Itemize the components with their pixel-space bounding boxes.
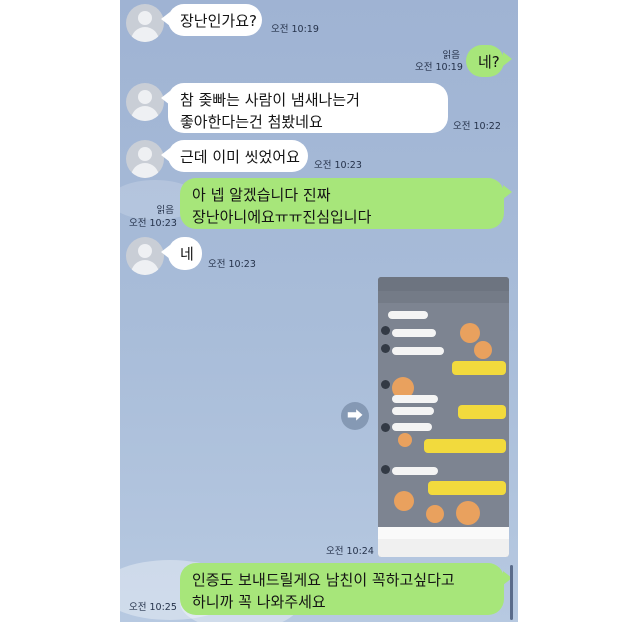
screenshot-avatar (381, 326, 390, 335)
screenshot-bubble (392, 395, 438, 403)
screenshot-bubble (392, 329, 436, 337)
message-text-line: 참 좆빠는 사람이 냄새나는거 (180, 91, 360, 109)
screenshot-bubble (424, 439, 506, 453)
screenshot-avatar (381, 344, 390, 353)
read-receipt: 읽음 (156, 205, 174, 216)
message-received[interactable]: 네 (168, 237, 202, 270)
screenshot-bubble (388, 311, 428, 319)
message-text: 네 (180, 245, 194, 263)
message-text: 네? (478, 53, 500, 71)
screenshot-avatar (381, 465, 390, 474)
screenshot-sticker (398, 433, 412, 447)
message-received[interactable]: 참 좆빠는 사람이 냄새나는거 좋아한다는건 첨봤네요 (168, 83, 448, 133)
screenshot-avatar (381, 380, 390, 389)
message-text-line: 하니까 꼭 나와주세요 (192, 593, 326, 611)
screenshot-nav-bar (378, 539, 509, 557)
screenshot-sticker (426, 505, 444, 523)
screenshot-sticker (456, 501, 480, 525)
screenshot-bubble (392, 407, 434, 415)
message-time: 오전 10:19 (271, 24, 319, 35)
screenshot-bubble (452, 361, 506, 375)
screenshot-sticker (394, 491, 414, 511)
message-received[interactable]: 근데 이미 씻었어요 (168, 140, 308, 172)
screenshot-bubble (392, 347, 444, 355)
screenshot-bubble (458, 405, 506, 419)
avatar[interactable] (126, 83, 164, 121)
screenshot-input-bar (378, 527, 509, 539)
scrollbar[interactable] (510, 565, 513, 620)
message-text: 장난인가요? (180, 12, 257, 30)
screenshot-bubble (428, 481, 506, 495)
message-time: 오전 10:23 (129, 218, 177, 229)
screenshot-bubble (392, 423, 432, 431)
avatar[interactable] (126, 4, 164, 42)
avatar[interactable] (126, 140, 164, 178)
message-sent[interactable]: 아 넵 알겠습니다 진짜 장난아니에요ㅠㅠ진심입니다 (180, 178, 504, 229)
message-time: 오전 10:23 (314, 160, 362, 171)
screenshot-avatar (381, 423, 390, 432)
message-sent[interactable]: 네? (466, 45, 504, 77)
message-text-line: 아 넵 알겠습니다 진짜 (192, 186, 331, 204)
message-text: 근데 이미 씻었어요 (180, 148, 300, 166)
share-icon[interactable]: ⮕ (341, 402, 369, 430)
message-time: 오전 10:25 (129, 602, 177, 613)
avatar[interactable] (126, 237, 164, 275)
image-attachment[interactable] (378, 277, 509, 557)
message-text-line: 인증도 보내드릴게요 남친이 꼭하고싶다고 (192, 571, 455, 589)
message-time: 오전 10:22 (453, 121, 501, 132)
message-time: 오전 10:23 (208, 259, 256, 270)
screenshot-sticker (460, 323, 480, 343)
screenshot-header (378, 291, 509, 303)
screenshot-bubble (392, 467, 438, 475)
message-time: 오전 10:19 (415, 62, 463, 73)
message-received[interactable]: 장난인가요? (168, 4, 262, 36)
message-text-line: 장난아니에요ㅠㅠ진심입니다 (192, 208, 372, 226)
message-time: 오전 10:24 (326, 546, 374, 557)
screenshot-sticker (474, 341, 492, 359)
screenshot-status-bar (378, 277, 509, 291)
message-text-line: 좋아한다는건 첨봤네요 (180, 113, 323, 131)
message-sent[interactable]: 인증도 보내드릴게요 남친이 꼭하고싶다고 하니까 꼭 나와주세요 (180, 563, 504, 615)
chat-room: 장난인가요? 오전 10:19 읽음 오전 10:19 네? 참 좆빠는 사람이… (120, 0, 518, 622)
